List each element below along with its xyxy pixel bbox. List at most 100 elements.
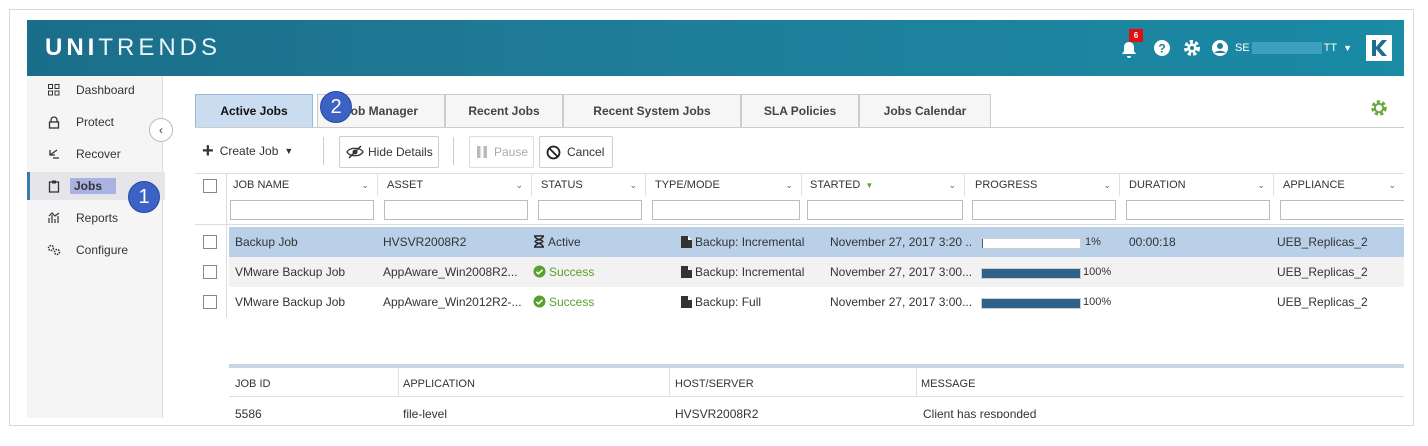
filter-input-asset[interactable]: [384, 200, 528, 220]
progress-fill: [982, 269, 1080, 278]
column-menu-chevron-icon[interactable]: ⌄: [1103, 174, 1111, 196]
table-row[interactable]: VMware Backup Job AppAware_Win2012R2-...…: [229, 287, 1404, 317]
column-header-type-mode[interactable]: TYPE/MODE ⌄: [651, 174, 802, 196]
column-menu-chevron-icon[interactable]: ⌄: [629, 174, 637, 196]
filter-input-started[interactable]: [807, 200, 963, 220]
column-header-status[interactable]: STATUS ⌄: [537, 174, 646, 196]
filter-input-job-name[interactable]: [230, 200, 374, 220]
prohibited-icon: [546, 145, 561, 160]
tab-recent-system-jobs[interactable]: Recent System Jobs: [563, 94, 741, 127]
cell-type-mode: Backup: Incremental: [681, 227, 823, 257]
tab-active-jobs[interactable]: Active Jobs: [195, 94, 313, 127]
brand-k-logo-icon[interactable]: [1366, 35, 1392, 61]
details-column-application: APPLICATION: [403, 378, 475, 390]
column-header-started[interactable]: STARTED ▼ ⌄: [806, 174, 965, 196]
filter-input-status[interactable]: [538, 200, 642, 220]
filter-input-appliance[interactable]: [1280, 200, 1404, 220]
column-menu-chevron-icon[interactable]: ⌄: [948, 174, 956, 196]
progress-fill: [982, 239, 983, 248]
details-header-border: [229, 364, 1404, 368]
cell-asset: HVSVR2008R2: [383, 235, 467, 249]
table-row[interactable]: VMware Backup Job AppAware_Win2008R2... …: [229, 257, 1404, 287]
backup-document-icon: [681, 229, 692, 257]
sidebar-item-protect[interactable]: Protect: [27, 108, 162, 136]
create-job-button[interactable]: + Create Job ▼: [198, 136, 307, 166]
cell-progress: 1%: [979, 227, 1129, 257]
cell-started: November 27, 2017 3:20 ...: [830, 235, 972, 249]
success-check-icon: [533, 259, 546, 287]
filter-input-progress[interactable]: [972, 200, 1116, 220]
cell-status: Active: [533, 227, 643, 257]
user-menu[interactable]: SE TT ▼: [1211, 39, 1352, 57]
details-value-message: Client has responded: [923, 407, 1037, 418]
details-value-application: file-level: [403, 407, 448, 418]
user-avatar-icon: [1211, 40, 1228, 56]
progress-bar: [981, 268, 1081, 279]
collapse-sidebar-button[interactable]: ‹: [149, 118, 173, 142]
details-divider: [916, 368, 917, 396]
toolbar-separator: [323, 137, 324, 165]
plus-icon: +: [202, 140, 214, 162]
tab-recent-jobs[interactable]: Recent Jobs: [445, 94, 563, 127]
sidebar-item-dashboard[interactable]: Dashboard: [27, 76, 162, 104]
backup-document-icon: [681, 259, 692, 287]
grid-settings-gear-icon[interactable]: [1370, 99, 1388, 117]
sidebar-nav: Dashboard Protect Recover Jobs Reports C…: [27, 76, 165, 418]
filter-input-duration[interactable]: [1126, 200, 1270, 220]
callout-number-1: 1: [128, 181, 160, 213]
chevron-down-icon: ▼: [1343, 43, 1352, 53]
gears-icon: [47, 243, 61, 257]
column-menu-chevron-icon[interactable]: ⌄: [515, 174, 523, 196]
select-all-checkbox[interactable]: [203, 179, 217, 193]
cell-job-name: VMware Backup Job: [235, 295, 346, 309]
cell-duration: [1129, 287, 1269, 317]
sidebar-item-configure[interactable]: Configure: [27, 236, 162, 264]
column-menu-chevron-icon[interactable]: ⌄: [361, 174, 369, 196]
clipboard-icon: [47, 179, 61, 193]
notification-count-badge: 6: [1128, 29, 1143, 42]
column-header-duration[interactable]: DURATION ⌄: [1125, 174, 1274, 196]
filter-input-type-mode[interactable]: [652, 200, 800, 220]
column-header-asset[interactable]: ASSET ⌄: [383, 174, 532, 196]
lock-icon: [47, 115, 61, 129]
cancel-button[interactable]: Cancel: [539, 136, 613, 168]
column-menu-chevron-icon[interactable]: ⌄: [1388, 174, 1396, 196]
column-header-job-name[interactable]: JOB NAME ⌄: [229, 174, 378, 196]
progress-bar: [981, 238, 1081, 249]
details-column-job-id: JOB ID: [235, 378, 271, 390]
help-icon[interactable]: ?: [1151, 37, 1173, 59]
column-menu-chevron-icon[interactable]: ⌄: [785, 174, 793, 196]
table-row[interactable]: Backup Job HVSVR2008R2 Active Backup: In…: [229, 227, 1404, 257]
header-actions: 6 ? SE TT ▼: [1119, 20, 1404, 76]
column-header-progress[interactable]: PROGRESS ⌄: [971, 174, 1120, 196]
top-header: UNITRENDS 6 ? SE TT ▼: [27, 20, 1404, 76]
cell-started: November 27, 2017 3:00...: [830, 295, 972, 309]
column-menu-chevron-icon[interactable]: ⌄: [1257, 174, 1265, 196]
tab-divider: [195, 127, 1404, 128]
settings-gear-icon[interactable]: [1181, 37, 1203, 59]
hide-details-button[interactable]: Hide Details: [339, 136, 439, 168]
tab-sla-policies[interactable]: SLA Policies: [741, 94, 859, 127]
row-checkbox[interactable]: [203, 295, 217, 309]
cell-appliance: UEB_Replicas_2: [1277, 265, 1368, 279]
cell-asset: AppAware_Win2008R2...: [383, 265, 518, 279]
pause-button[interactable]: Pause: [469, 136, 534, 168]
cell-job-name: Backup Job: [235, 235, 298, 249]
tab-jobs-calendar[interactable]: Jobs Calendar: [859, 94, 991, 127]
column-header-appliance[interactable]: APPLIANCE ⌄: [1279, 174, 1404, 196]
notifications-bell-icon[interactable]: 6: [1119, 29, 1143, 59]
row-checkbox[interactable]: [203, 265, 217, 279]
cell-progress: 100%: [979, 287, 1129, 317]
row-checkbox[interactable]: [203, 235, 217, 249]
recover-icon: [47, 147, 61, 161]
details-value-job-id: 5586: [235, 407, 262, 418]
callout-number-2: 2: [320, 91, 352, 123]
sidebar-item-recover[interactable]: Recover: [27, 140, 162, 168]
reports-icon: [47, 211, 61, 225]
unitrends-logo[interactable]: UNITRENDS: [45, 34, 221, 62]
cell-duration: 00:00:18: [1129, 235, 1176, 249]
svg-text:?: ?: [1158, 42, 1165, 56]
details-divider: [398, 368, 399, 396]
details-value-host-server: HVSVR2008R2: [675, 407, 759, 418]
details-column-host-server: HOST/SERVER: [675, 378, 754, 390]
